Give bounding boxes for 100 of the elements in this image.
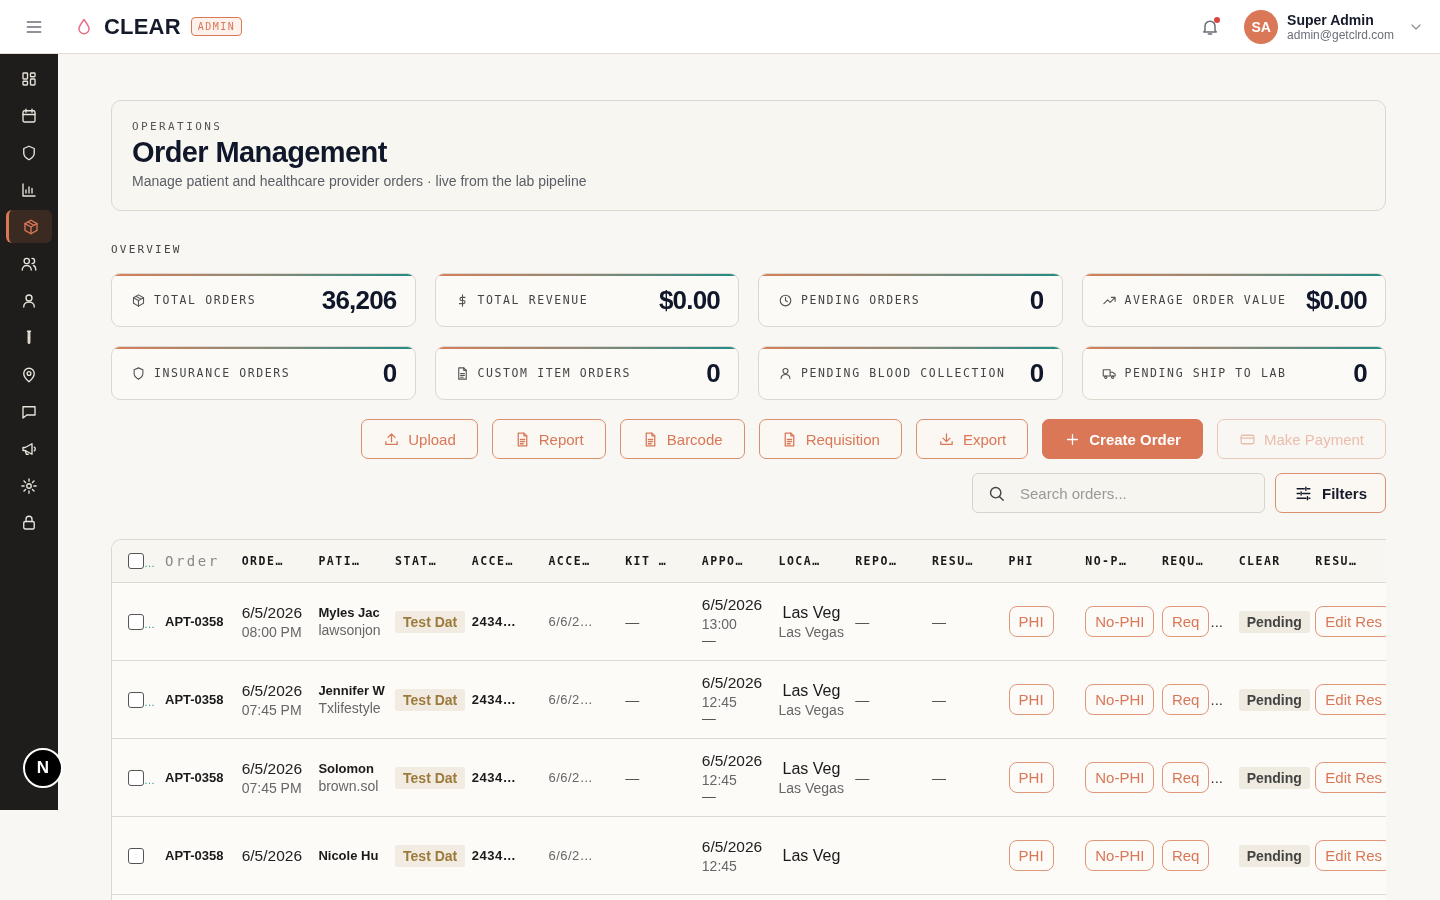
column-header[interactable]: ACCE…	[548, 554, 591, 568]
column-header[interactable]: LOCA…	[778, 554, 821, 568]
user-avatar[interactable]: SA	[1244, 9, 1279, 44]
bar-chart-icon	[20, 180, 38, 199]
accession-date: 6/6/2…	[548, 848, 594, 863]
column-header[interactable]: ACCE…	[471, 554, 514, 568]
user-icon	[778, 365, 793, 381]
column-header[interactable]: REQU…	[1161, 554, 1205, 568]
truncation-mark: …	[144, 558, 155, 569]
notification-button[interactable]	[1200, 16, 1221, 37]
accession-number: 2434…	[471, 848, 517, 863]
column-header[interactable]: KIT …	[625, 554, 668, 568]
dev-tools-badge[interactable]: N	[23, 748, 63, 788]
filters-button[interactable]: Filters	[1275, 473, 1386, 513]
no-phi-button[interactable]: No-PHI	[1085, 840, 1155, 871]
location-name: Las Veg	[782, 759, 841, 778]
row-checkbox[interactable]	[128, 553, 144, 569]
sidebar-item[interactable]	[6, 210, 52, 243]
stat-label: PENDING BLOOD COLLECTION	[801, 366, 1007, 380]
truncation-mark: …	[144, 774, 155, 786]
phi-button[interactable]: PHI	[1008, 762, 1054, 793]
action-button[interactable]: Requisition	[758, 419, 902, 459]
primary-button[interactable]: Create Order	[1042, 419, 1203, 459]
brand-name: CLEAR	[104, 13, 181, 40]
stat-label: AVERAGE ORDER VALUE	[1124, 293, 1288, 307]
user-email: admin@getclrd.com	[1287, 27, 1394, 42]
empty-value: —	[855, 691, 870, 708]
stat-label: INSURANCE ORDERS	[154, 366, 292, 380]
user-name: Super Admin	[1287, 11, 1375, 28]
page-title: Order Management	[132, 136, 388, 169]
row-checkbox[interactable]	[128, 613, 144, 630]
calendar-icon	[20, 106, 38, 125]
column-header[interactable]: Order	[165, 553, 220, 569]
location-city: Las Vegas	[778, 779, 844, 796]
patient-email: lawsonjon	[318, 622, 381, 638]
download-icon	[937, 430, 955, 448]
req-button[interactable]: Req	[1161, 684, 1210, 715]
edit-result-button[interactable]: Edit Res	[1315, 762, 1386, 793]
action-button[interactable]: Upload	[361, 419, 478, 459]
column-header[interactable]: STAT…	[395, 554, 438, 568]
phi-button[interactable]: PHI	[1008, 840, 1054, 871]
order-id: APT-0358	[165, 848, 224, 863]
search-field[interactable]: Search orders...	[972, 473, 1265, 513]
action-button[interactable]: Report	[491, 419, 606, 459]
order-date: 6/5/2026	[241, 759, 303, 778]
column-header[interactable]: CLEAR	[1238, 554, 1281, 568]
status-pill: Test Dat	[395, 610, 466, 633]
column-header[interactable]: PHI	[1008, 554, 1034, 568]
edit-result-button[interactable]: Edit Res	[1315, 840, 1386, 871]
no-phi-button[interactable]: No-PHI	[1085, 684, 1155, 715]
row-checkbox[interactable]	[128, 691, 144, 708]
column-header[interactable]: ORDE…	[241, 554, 284, 568]
action-button[interactable]: Export	[915, 419, 1029, 459]
appointment-time: 12:45	[701, 857, 737, 874]
no-phi-button[interactable]: No-PHI	[1085, 606, 1155, 637]
empty-value: —	[931, 691, 946, 708]
req-button[interactable]: Req	[1161, 840, 1210, 871]
truncation-mark: …	[144, 618, 155, 630]
admin-badge: ADMIN	[190, 17, 243, 36]
phi-button[interactable]: PHI	[1008, 606, 1054, 637]
clock-icon	[778, 292, 793, 308]
order-time: 07:45 PM	[241, 701, 302, 718]
location-name: Las Veg	[782, 603, 841, 622]
stat-value: 36,206	[321, 284, 397, 316]
stat-value: 0	[1029, 284, 1044, 316]
empty-value: —	[625, 691, 640, 708]
appointment-time: 12:45	[701, 693, 737, 710]
column-header[interactable]: RESU…	[1315, 554, 1358, 568]
page-subtitle: Manage patient and healthcare provider orders · live from the lab pipeline	[132, 173, 588, 189]
grid-icon	[20, 69, 38, 88]
column-header[interactable]: NO-P…	[1085, 554, 1128, 568]
appointment-date: 6/5/2026	[701, 751, 763, 770]
action-button[interactable]: Barcode	[619, 419, 745, 459]
order-date: 6/5/2026	[241, 846, 303, 865]
clear-status-pill: Pending	[1238, 844, 1310, 867]
phi-button[interactable]: PHI	[1008, 684, 1054, 715]
empty-value: —	[931, 769, 946, 786]
patient-email: brown.sol	[318, 778, 379, 794]
appointment-time: 13:00	[701, 615, 737, 632]
column-header[interactable]: REPO…	[855, 554, 898, 568]
edit-result-button[interactable]: Edit Res	[1315, 684, 1386, 715]
row-checkbox[interactable]	[128, 847, 144, 864]
upload-icon	[383, 430, 401, 448]
req-button[interactable]: Req	[1161, 762, 1210, 793]
empty-value: —	[931, 613, 946, 630]
search-input[interactable]: Search orders...	[1018, 483, 1250, 503]
edit-result-button[interactable]: Edit Res	[1315, 606, 1386, 637]
patient-email: Txlifestyle	[318, 700, 381, 716]
column-header[interactable]: PATI…	[318, 554, 361, 568]
column-header[interactable]: APPO…	[701, 554, 744, 568]
req-button[interactable]: Req	[1161, 606, 1210, 637]
no-phi-button[interactable]: No-PHI	[1085, 762, 1155, 793]
row-checkbox[interactable]	[128, 769, 144, 786]
column-header[interactable]: RESU…	[931, 554, 974, 568]
empty-value: —	[855, 769, 870, 786]
order-date: 6/5/2026	[241, 603, 303, 622]
status-pill: Test Dat	[395, 766, 466, 789]
empty-value: —	[625, 769, 640, 786]
accession-date: 6/6/2…	[548, 614, 594, 629]
stat-value: 0	[706, 357, 720, 389]
